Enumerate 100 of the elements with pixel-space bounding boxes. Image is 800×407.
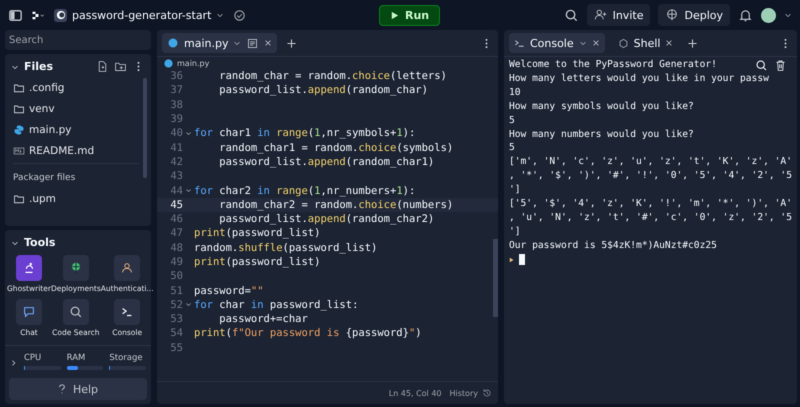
cursor-position: Ln 45, Col 40	[388, 388, 442, 398]
line-number: 36	[169, 70, 183, 82]
text-cursor[interactable]	[518, 254, 525, 266]
sidebar-toggle-icon[interactable]	[8, 8, 23, 22]
folder-icon	[13, 82, 25, 94]
file-item[interactable]: README.md	[13, 140, 139, 161]
close-icon[interactable]	[665, 39, 674, 47]
fold-caret-icon[interactable]	[185, 130, 192, 137]
console-tab[interactable]: Console	[508, 33, 605, 53]
new-folder-icon[interactable]	[114, 60, 127, 73]
sync-status-icon[interactable]	[232, 8, 248, 22]
project-switcher[interactable]: password-generator-start	[54, 8, 224, 22]
prompt-icon	[508, 256, 515, 263]
code-line: password_list.append(random_char)	[218, 84, 428, 96]
console-output-line: , '*', '$', ')', '#', '!', '0', '5', '4', '2', '5	[508, 169, 792, 184]
markdown-icon	[13, 144, 25, 156]
folder-icon	[13, 192, 25, 204]
meter-label: RAM	[66, 353, 86, 363]
caret-icon[interactable]	[784, 11, 792, 19]
caret-icon[interactable]	[233, 39, 242, 47]
line-number: 40	[169, 127, 183, 140]
line-number: 46	[169, 213, 183, 226]
caret-icon[interactable]	[578, 39, 587, 47]
line-number: 53	[169, 313, 183, 326]
file-item[interactable]: venv	[13, 98, 139, 119]
line-number: 55	[169, 342, 183, 354]
python-icon	[13, 124, 25, 136]
console-output-line: ']	[508, 224, 521, 239]
code-line: password+=char	[218, 313, 308, 326]
user-avatar[interactable]	[761, 8, 776, 22]
code-line: password=""	[194, 284, 264, 297]
breadcrumb[interactable]: main.py	[177, 59, 210, 68]
new-file-icon[interactable]	[96, 60, 109, 73]
console-output-line: How many symbols would you like?	[508, 100, 694, 114]
add-person-icon	[594, 8, 608, 22]
console-tab[interactable]: Shell	[612, 33, 678, 53]
search-icon[interactable]	[755, 59, 768, 72]
search-icon[interactable]	[564, 8, 579, 22]
line-number: 38	[169, 98, 183, 111]
invite-button[interactable]: Invite	[586, 4, 650, 26]
trash-icon[interactable]	[774, 59, 787, 72]
code-line: for char1 in range(1,nr_symbols+1):	[194, 127, 416, 140]
file-tab[interactable]: main.py	[162, 33, 278, 53]
console-output-line: How many letters would you like in your passw	[508, 72, 769, 86]
caret-icon[interactable]	[216, 11, 224, 19]
user-icon	[120, 261, 134, 275]
scrollbar[interactable]	[143, 78, 147, 178]
shell-icon	[618, 38, 629, 48]
code-line: print(f"Our password is {password}")	[194, 327, 422, 340]
console-output-line: Welcome to the PyPassword Generator!	[508, 58, 717, 72]
code-line: random_char = random.choice(letters)	[218, 70, 447, 82]
line-number: 43	[169, 170, 183, 182]
deploy-button[interactable]: Deploy	[658, 4, 730, 26]
code-line: for char in password_list:	[194, 298, 358, 311]
python-icon	[167, 37, 179, 49]
line-number: 48	[169, 242, 183, 254]
document-icon[interactable]	[246, 36, 260, 50]
add-tab-icon[interactable]	[285, 36, 298, 50]
close-icon[interactable]	[264, 39, 272, 47]
scrollbar[interactable]	[492, 239, 498, 317]
search-field[interactable]: Search	[5, 30, 151, 50]
line-number: 37	[169, 84, 183, 96]
fold-caret-icon[interactable]	[185, 187, 192, 194]
terminal-icon	[514, 38, 525, 48]
tools-heading: Tools	[24, 236, 56, 249]
line-number: 45	[169, 198, 183, 211]
line-number: 41	[169, 142, 183, 154]
line-number: 42	[169, 156, 183, 168]
console-output-line: ['5', '$', '4', 'z', 'K', '!', 'm', '*', ')', 'A'	[508, 197, 792, 211]
run-button[interactable]: Run	[379, 5, 440, 26]
code-line: print(password_list)	[194, 227, 320, 240]
files-heading: Files	[24, 60, 54, 73]
expand-icon[interactable]	[10, 359, 18, 367]
python-icon	[56, 10, 66, 20]
file-item[interactable]: .upm	[13, 188, 139, 209]
fold-caret-icon[interactable]	[185, 301, 192, 308]
help-button[interactable]: Help	[9, 378, 147, 400]
history-button[interactable]: History	[450, 388, 492, 398]
question-mark-icon	[58, 384, 66, 394]
line-number: 39	[169, 113, 183, 126]
close-icon[interactable]	[592, 39, 600, 47]
code-line: password_list.append(random_char1)	[218, 156, 434, 168]
meter-label: Storage	[109, 353, 144, 363]
code-line: random_char2 = random.choice(numbers)	[218, 198, 454, 211]
file-item[interactable]: .config	[13, 77, 139, 98]
add-tab-icon[interactable]	[686, 36, 700, 50]
python-icon	[163, 58, 174, 69]
play-icon	[390, 11, 399, 20]
line-number: 44	[169, 184, 183, 197]
chat-icon	[22, 305, 36, 319]
usage-meter	[66, 366, 104, 370]
line-number: 50	[169, 270, 183, 282]
console-output-line: 5	[508, 114, 515, 128]
code-line: random.shuffle(password_list)	[194, 242, 378, 254]
line-number: 52	[169, 298, 183, 311]
bell-icon[interactable]	[738, 8, 753, 22]
console-output-line: 10	[508, 86, 521, 100]
file-item[interactable]: main.py	[13, 119, 139, 140]
console-output-line: ['m', 'N', 'c', 'z', 'u', 'z', 't', 'K', 'z', 'A'	[508, 155, 792, 170]
line-number: 54	[169, 327, 183, 340]
